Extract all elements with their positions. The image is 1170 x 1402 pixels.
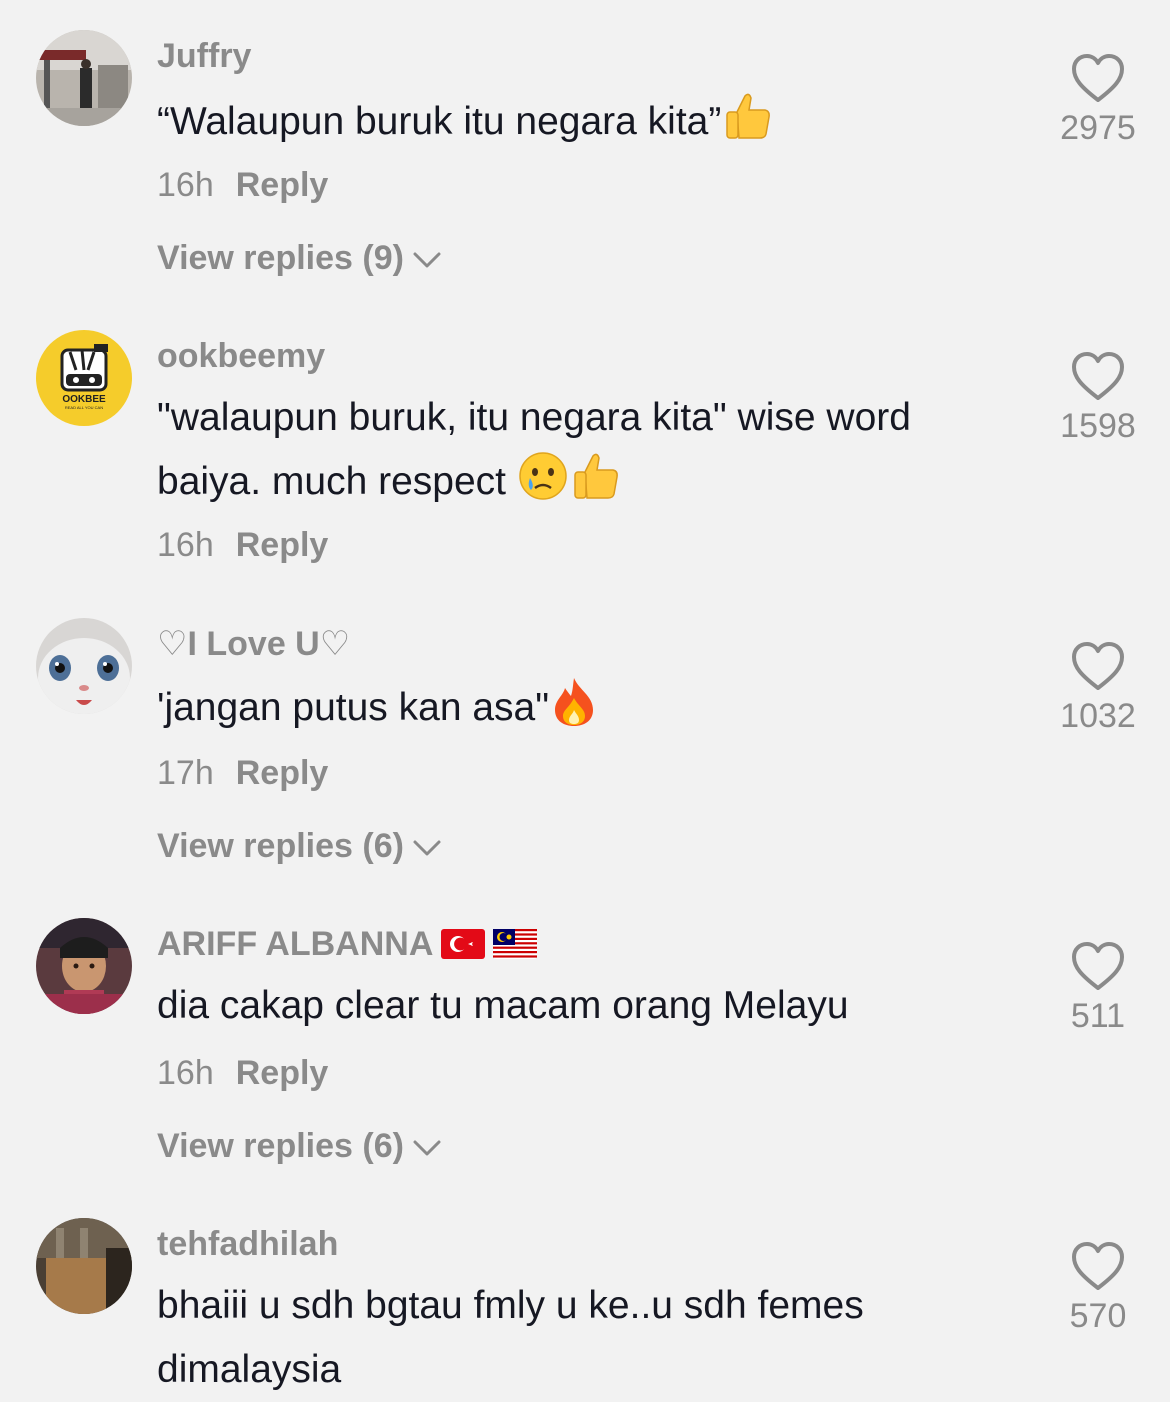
comment-username: ARIFF ALBANNA [157, 924, 538, 968]
crying-face-icon [517, 450, 569, 522]
like-count: 1032 [1060, 697, 1136, 735]
comment-username-text[interactable]: ARIFF ALBANNA [157, 925, 433, 963]
comment-meta: 16h Reply [157, 525, 328, 565]
comment-time: 16h [157, 1054, 214, 1092]
comment-meta: 17h Reply [157, 753, 328, 793]
turkey-flag-icon [441, 928, 486, 968]
comment-username[interactable]: ♡I Love U♡ [157, 624, 350, 664]
ookbee-logo-tagline: READ ALL YOU CAN [65, 405, 103, 410]
like-button[interactable]: 511 [1048, 942, 1148, 1036]
reply-button[interactable]: Reply [236, 526, 329, 564]
comment-text: bhaiii u sdh bgtau fmly u ke..u sdh feme… [157, 1284, 864, 1391]
like-button[interactable]: 1032 [1048, 642, 1148, 736]
reply-button[interactable]: Reply [236, 1054, 329, 1092]
comment-text: dia cakap clear tu macam orang Melayu [157, 984, 849, 1027]
comment-text: “Walaupun buruk itu negara kita” [157, 90, 977, 162]
comment-meta: 16h Reply [157, 1053, 328, 1093]
view-replies-button[interactable]: View replies (9) [157, 238, 442, 278]
view-replies-label: View replies (6) [157, 1127, 404, 1165]
reply-button[interactable]: Reply [236, 166, 329, 204]
comment-text: "walaupun buruk, itu negara kita" wise w… [157, 386, 977, 522]
comment-meta: 16h Reply [157, 165, 328, 205]
avatar[interactable] [36, 618, 132, 714]
comment-username[interactable]: ookbeemy [157, 336, 325, 376]
avatar[interactable] [36, 1218, 132, 1314]
avatar[interactable] [36, 918, 132, 1014]
like-count: 570 [1069, 1297, 1127, 1335]
like-button[interactable]: 570 [1048, 1242, 1148, 1336]
heart-icon [1072, 942, 1124, 990]
heart-icon [1072, 54, 1124, 102]
comment-text-content: 'jangan putus kan asa" [157, 686, 550, 729]
like-count: 2975 [1060, 109, 1136, 147]
thumbs-up-icon [569, 450, 621, 522]
reply-button[interactable]: Reply [236, 754, 329, 792]
thumbs-up-icon [721, 90, 773, 162]
view-replies-button[interactable]: View replies (6) [157, 1126, 442, 1166]
heart-icon [1072, 642, 1124, 690]
like-button[interactable]: 1598 [1048, 352, 1148, 446]
comment-username[interactable]: Juffry [157, 36, 251, 76]
view-replies-label: View replies (6) [157, 827, 404, 865]
view-replies-label: View replies (9) [157, 239, 404, 277]
comment-time: 17h [157, 754, 214, 792]
comment-text: 'jangan putus kan asa" [157, 676, 977, 748]
malaysia-flag-icon [493, 928, 538, 968]
like-button[interactable]: 2975 [1048, 54, 1148, 148]
comment-time: 16h [157, 526, 214, 564]
avatar[interactable] [36, 30, 132, 126]
heart-icon [1072, 352, 1124, 400]
like-count: 511 [1070, 997, 1126, 1035]
ookbee-logo-text: OOKBEE [62, 394, 106, 405]
view-replies-button[interactable]: View replies (6) [157, 826, 442, 866]
chevron-down-icon [413, 840, 441, 856]
comment-username[interactable]: tehfadhilah [157, 1224, 338, 1264]
like-count: 1598 [1060, 407, 1136, 445]
fire-icon [549, 676, 599, 748]
comment-time: 16h [157, 166, 214, 204]
comment-text-content: “Walaupun buruk itu negara kita” [157, 100, 722, 143]
avatar[interactable]: OOKBEE READ ALL YOU CAN [36, 330, 132, 426]
heart-icon [1072, 1242, 1124, 1290]
chevron-down-icon [413, 1140, 441, 1156]
chevron-down-icon [413, 252, 441, 268]
